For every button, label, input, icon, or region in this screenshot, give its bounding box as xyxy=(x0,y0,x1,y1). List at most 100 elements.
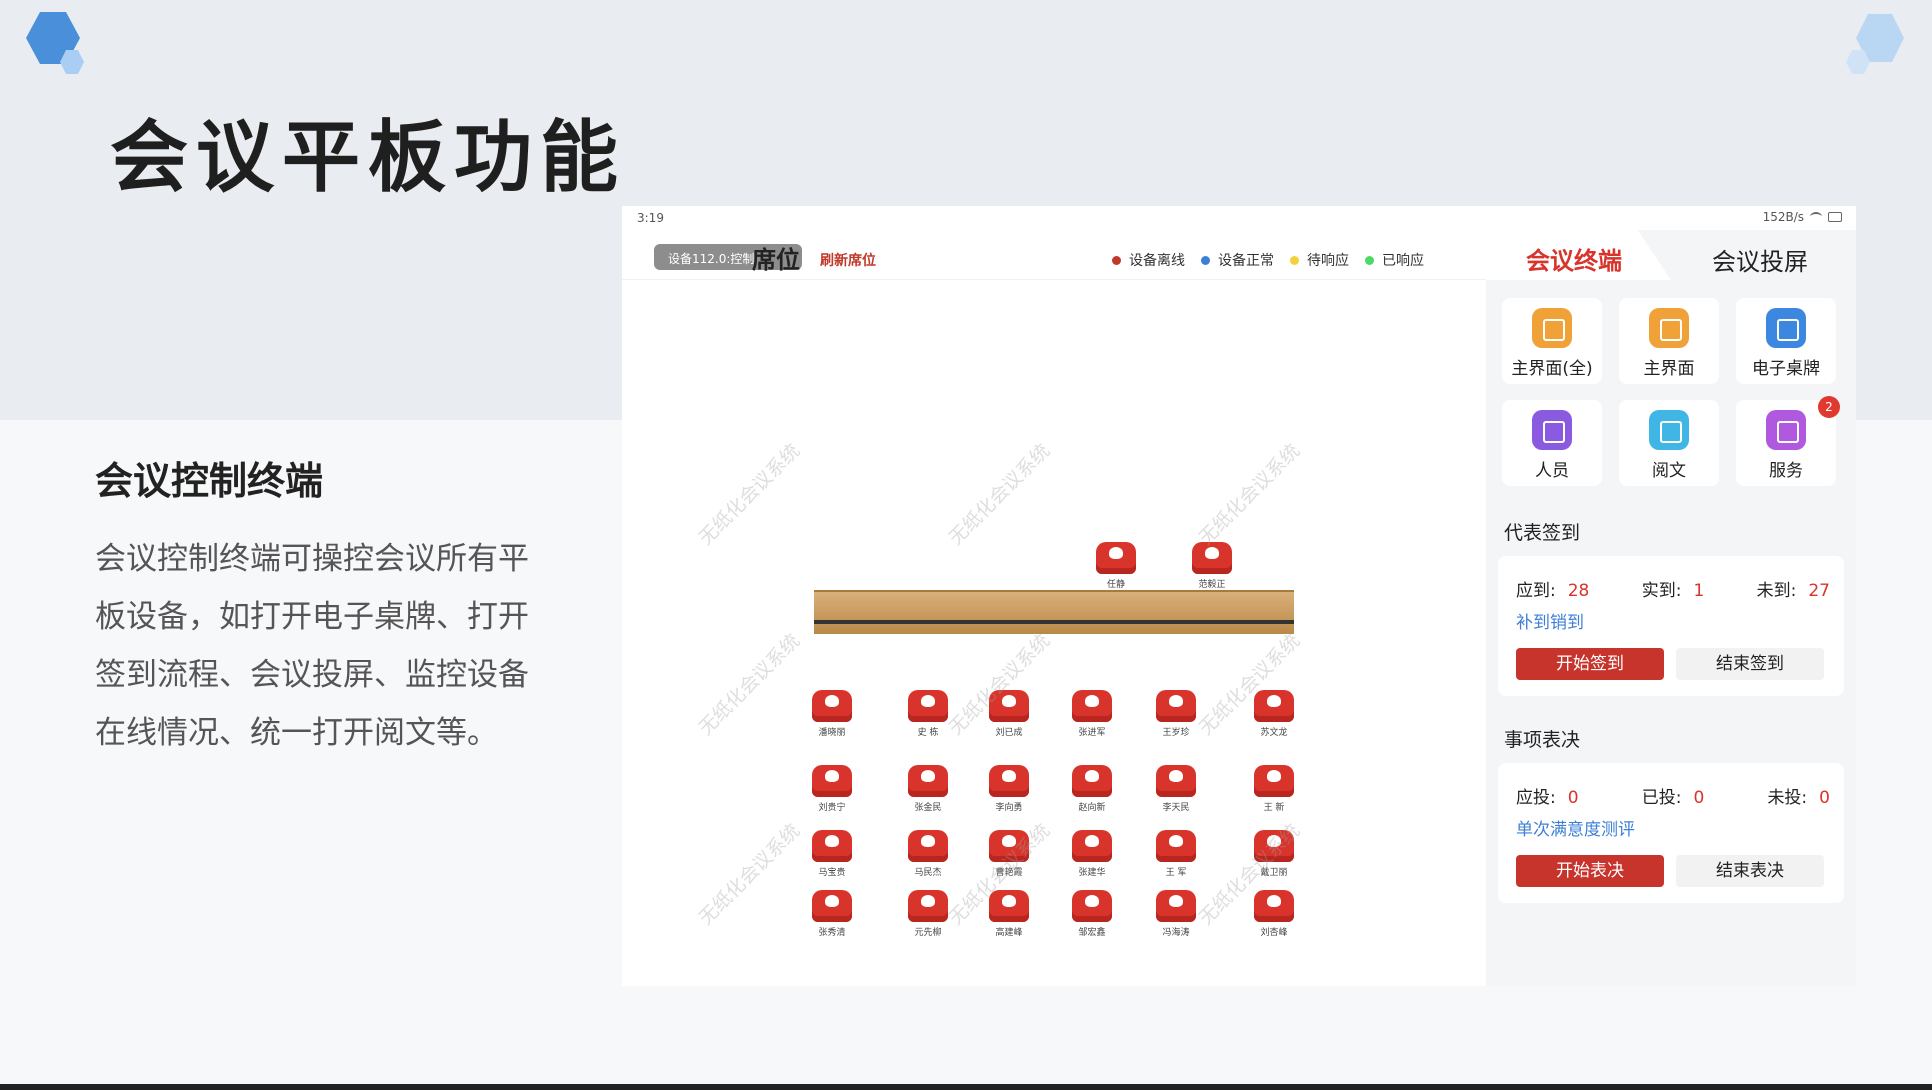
seat-icon xyxy=(1254,830,1294,862)
notification-badge: 2 xyxy=(1818,396,1840,418)
seat-r1-c4[interactable]: 张进军 xyxy=(1068,690,1116,738)
hexagon-logo-right xyxy=(1846,14,1904,74)
heart-icon xyxy=(1766,410,1806,450)
vote-cast-count: 0 xyxy=(1693,788,1705,808)
seat-name: 刘贵宁 xyxy=(818,803,846,813)
satisfaction-survey-link[interactable]: 单次满意度测评 xyxy=(1516,815,1635,840)
seat-name: 邹宏鑫 xyxy=(1078,928,1106,938)
start-signin-button[interactable]: 开始签到 xyxy=(1516,648,1664,680)
watermark: 无纸化会议系统 xyxy=(944,439,1055,550)
legend-dot xyxy=(1112,255,1121,265)
seat-r4-c2[interactable]: 元先柳 xyxy=(904,890,952,938)
wifi-icon xyxy=(1810,212,1822,222)
seat-icon xyxy=(1156,765,1196,797)
hexagon-logo-left xyxy=(26,12,84,74)
seat-r2-c3[interactable]: 李向勇 xyxy=(985,765,1033,813)
seat-r3-c4[interactable]: 张建华 xyxy=(1068,830,1116,878)
seat-icon xyxy=(1072,830,1112,862)
seat-icon xyxy=(1254,890,1294,922)
seat-name: 元先柳 xyxy=(914,928,942,938)
seat-r2-c1[interactable]: 刘贵宁 xyxy=(808,765,856,813)
seat-r2-c5[interactable]: 李天民 xyxy=(1152,765,1200,813)
seat-icon xyxy=(908,890,948,922)
tile-people[interactable]: 人员 xyxy=(1502,400,1602,486)
tile-main-full[interactable]: 主界面(全) xyxy=(1502,298,1602,384)
signin-supplement-link[interactable]: 补到销到 xyxy=(1516,608,1584,633)
seat-podium-1[interactable]: 任静 xyxy=(1092,542,1140,590)
tile-service[interactable]: 服务 2 xyxy=(1736,396,1840,486)
seat-r2-c6[interactable]: 王 新 xyxy=(1250,765,1298,813)
seat-r1-c6[interactable]: 苏文龙 xyxy=(1250,690,1298,738)
bottom-border xyxy=(0,1084,1932,1090)
seat-icon xyxy=(812,890,852,922)
legend-item-normal: 设备正常 xyxy=(1201,250,1274,270)
end-signin-button[interactable]: 结束签到 xyxy=(1676,648,1824,680)
window-icon xyxy=(1532,308,1572,348)
watermark: 无纸化会议系统 xyxy=(694,819,805,930)
seat-r3-c6[interactable]: 戴卫丽 xyxy=(1250,830,1298,878)
monitor-icon xyxy=(1766,308,1806,348)
document-icon xyxy=(1649,410,1689,450)
seat-name: 曹艳霞 xyxy=(995,868,1023,878)
seat-r3-c2[interactable]: 马民杰 xyxy=(904,830,952,878)
seat-icon xyxy=(908,765,948,797)
tile-nameplate[interactable]: 电子桌牌 xyxy=(1736,298,1836,384)
tile-main[interactable]: 主界面 xyxy=(1619,298,1719,384)
seat-r4-c3[interactable]: 高建峰 xyxy=(985,890,1033,938)
tab-meeting-terminal-label[interactable]: 会议终端 xyxy=(1526,241,1622,276)
seat-r4-c1[interactable]: 张秀清 xyxy=(808,890,856,938)
start-vote-button[interactable]: 开始表决 xyxy=(1516,855,1664,887)
watermark: 无纸化会议系统 xyxy=(694,629,805,740)
seat-r1-c5[interactable]: 王岁珍 xyxy=(1152,690,1200,738)
seat-name: 冯海涛 xyxy=(1162,928,1190,938)
signin-card: 应到: 28 实到: 1 未到: 27 补到销到 开始签到 结束签到 xyxy=(1498,556,1844,696)
legend-item-responded: 已响应 xyxy=(1365,250,1424,270)
seat-r2-c2[interactable]: 张金民 xyxy=(904,765,952,813)
seat-r4-c5[interactable]: 冯海涛 xyxy=(1152,890,1200,938)
seat-icon xyxy=(989,690,1029,722)
seat-name: 李天民 xyxy=(1162,803,1190,813)
left-description: 会议控制终端可操控会议所有平板设备，如打开电子桌牌、打开签到流程、会议投屏、监控… xyxy=(95,541,529,751)
seat-icon xyxy=(989,765,1029,797)
seat-icon xyxy=(812,690,852,722)
seat-name: 史 栋 xyxy=(917,728,939,738)
legend-item-offline: 设备离线 xyxy=(1112,250,1185,270)
signin-section-title: 代表签到 xyxy=(1504,522,1581,544)
seat-toolbar: 设备112.0:控制 席位 刷新席位 设备离线 设备正常 待响应 已响应 xyxy=(622,230,1486,280)
seat-podium-2[interactable]: 范毅正 xyxy=(1188,542,1236,590)
seat-icon xyxy=(1072,690,1112,722)
control-panel: 会议终端 会议投屏 主界面(全) 主界面 电子桌牌 人员 阅文 服务 2 代表签… xyxy=(1486,230,1856,986)
seat-r2-c4[interactable]: 赵向新 xyxy=(1068,765,1116,813)
seat-name: 张金民 xyxy=(914,803,942,813)
seat-r3-c5[interactable]: 王 军 xyxy=(1152,830,1200,878)
end-vote-button[interactable]: 结束表决 xyxy=(1676,855,1824,887)
status-time: 3:19 xyxy=(637,211,664,225)
seat-icon xyxy=(1072,890,1112,922)
podium-table xyxy=(814,590,1294,634)
vote-stats: 应投: 0 已投: 0 未投: 0 xyxy=(1516,788,1830,808)
signin-stats: 应到: 28 实到: 1 未到: 27 xyxy=(1516,581,1830,601)
seat-r1-c2[interactable]: 史 栋 xyxy=(904,690,952,738)
absent-count: 27 xyxy=(1808,581,1830,601)
seat-r4-c6[interactable]: 刘杏峰 xyxy=(1250,890,1298,938)
watermark: 无纸化会议系统 xyxy=(694,439,805,550)
seat-name: 王岁珍 xyxy=(1162,728,1190,738)
seat-icon xyxy=(989,890,1029,922)
tab-meeting-cast[interactable]: 会议投屏 xyxy=(1712,242,1808,277)
window-icon xyxy=(1649,308,1689,348)
seat-icon xyxy=(908,830,948,862)
seat-icon xyxy=(908,690,948,722)
seat-name: 苏文龙 xyxy=(1260,728,1288,738)
seat-r1-c1[interactable]: 潘晓丽 xyxy=(808,690,856,738)
seat-r3-c1[interactable]: 马宝贵 xyxy=(808,830,856,878)
seat-icon xyxy=(1156,890,1196,922)
slide-title: 会议平板功能 xyxy=(110,113,627,203)
seat-r3-c3[interactable]: 曹艳霞 xyxy=(985,830,1033,878)
refresh-seats-button[interactable]: 刷新席位 xyxy=(820,250,876,270)
expected-count: 28 xyxy=(1567,581,1590,601)
battery-icon xyxy=(1828,212,1842,222)
vote-pending-count: 0 xyxy=(1819,788,1830,808)
seat-r4-c4[interactable]: 邹宏鑫 xyxy=(1068,890,1116,938)
seat-r1-c3[interactable]: 刘已成 xyxy=(985,690,1033,738)
tile-reading[interactable]: 阅文 xyxy=(1619,400,1719,486)
